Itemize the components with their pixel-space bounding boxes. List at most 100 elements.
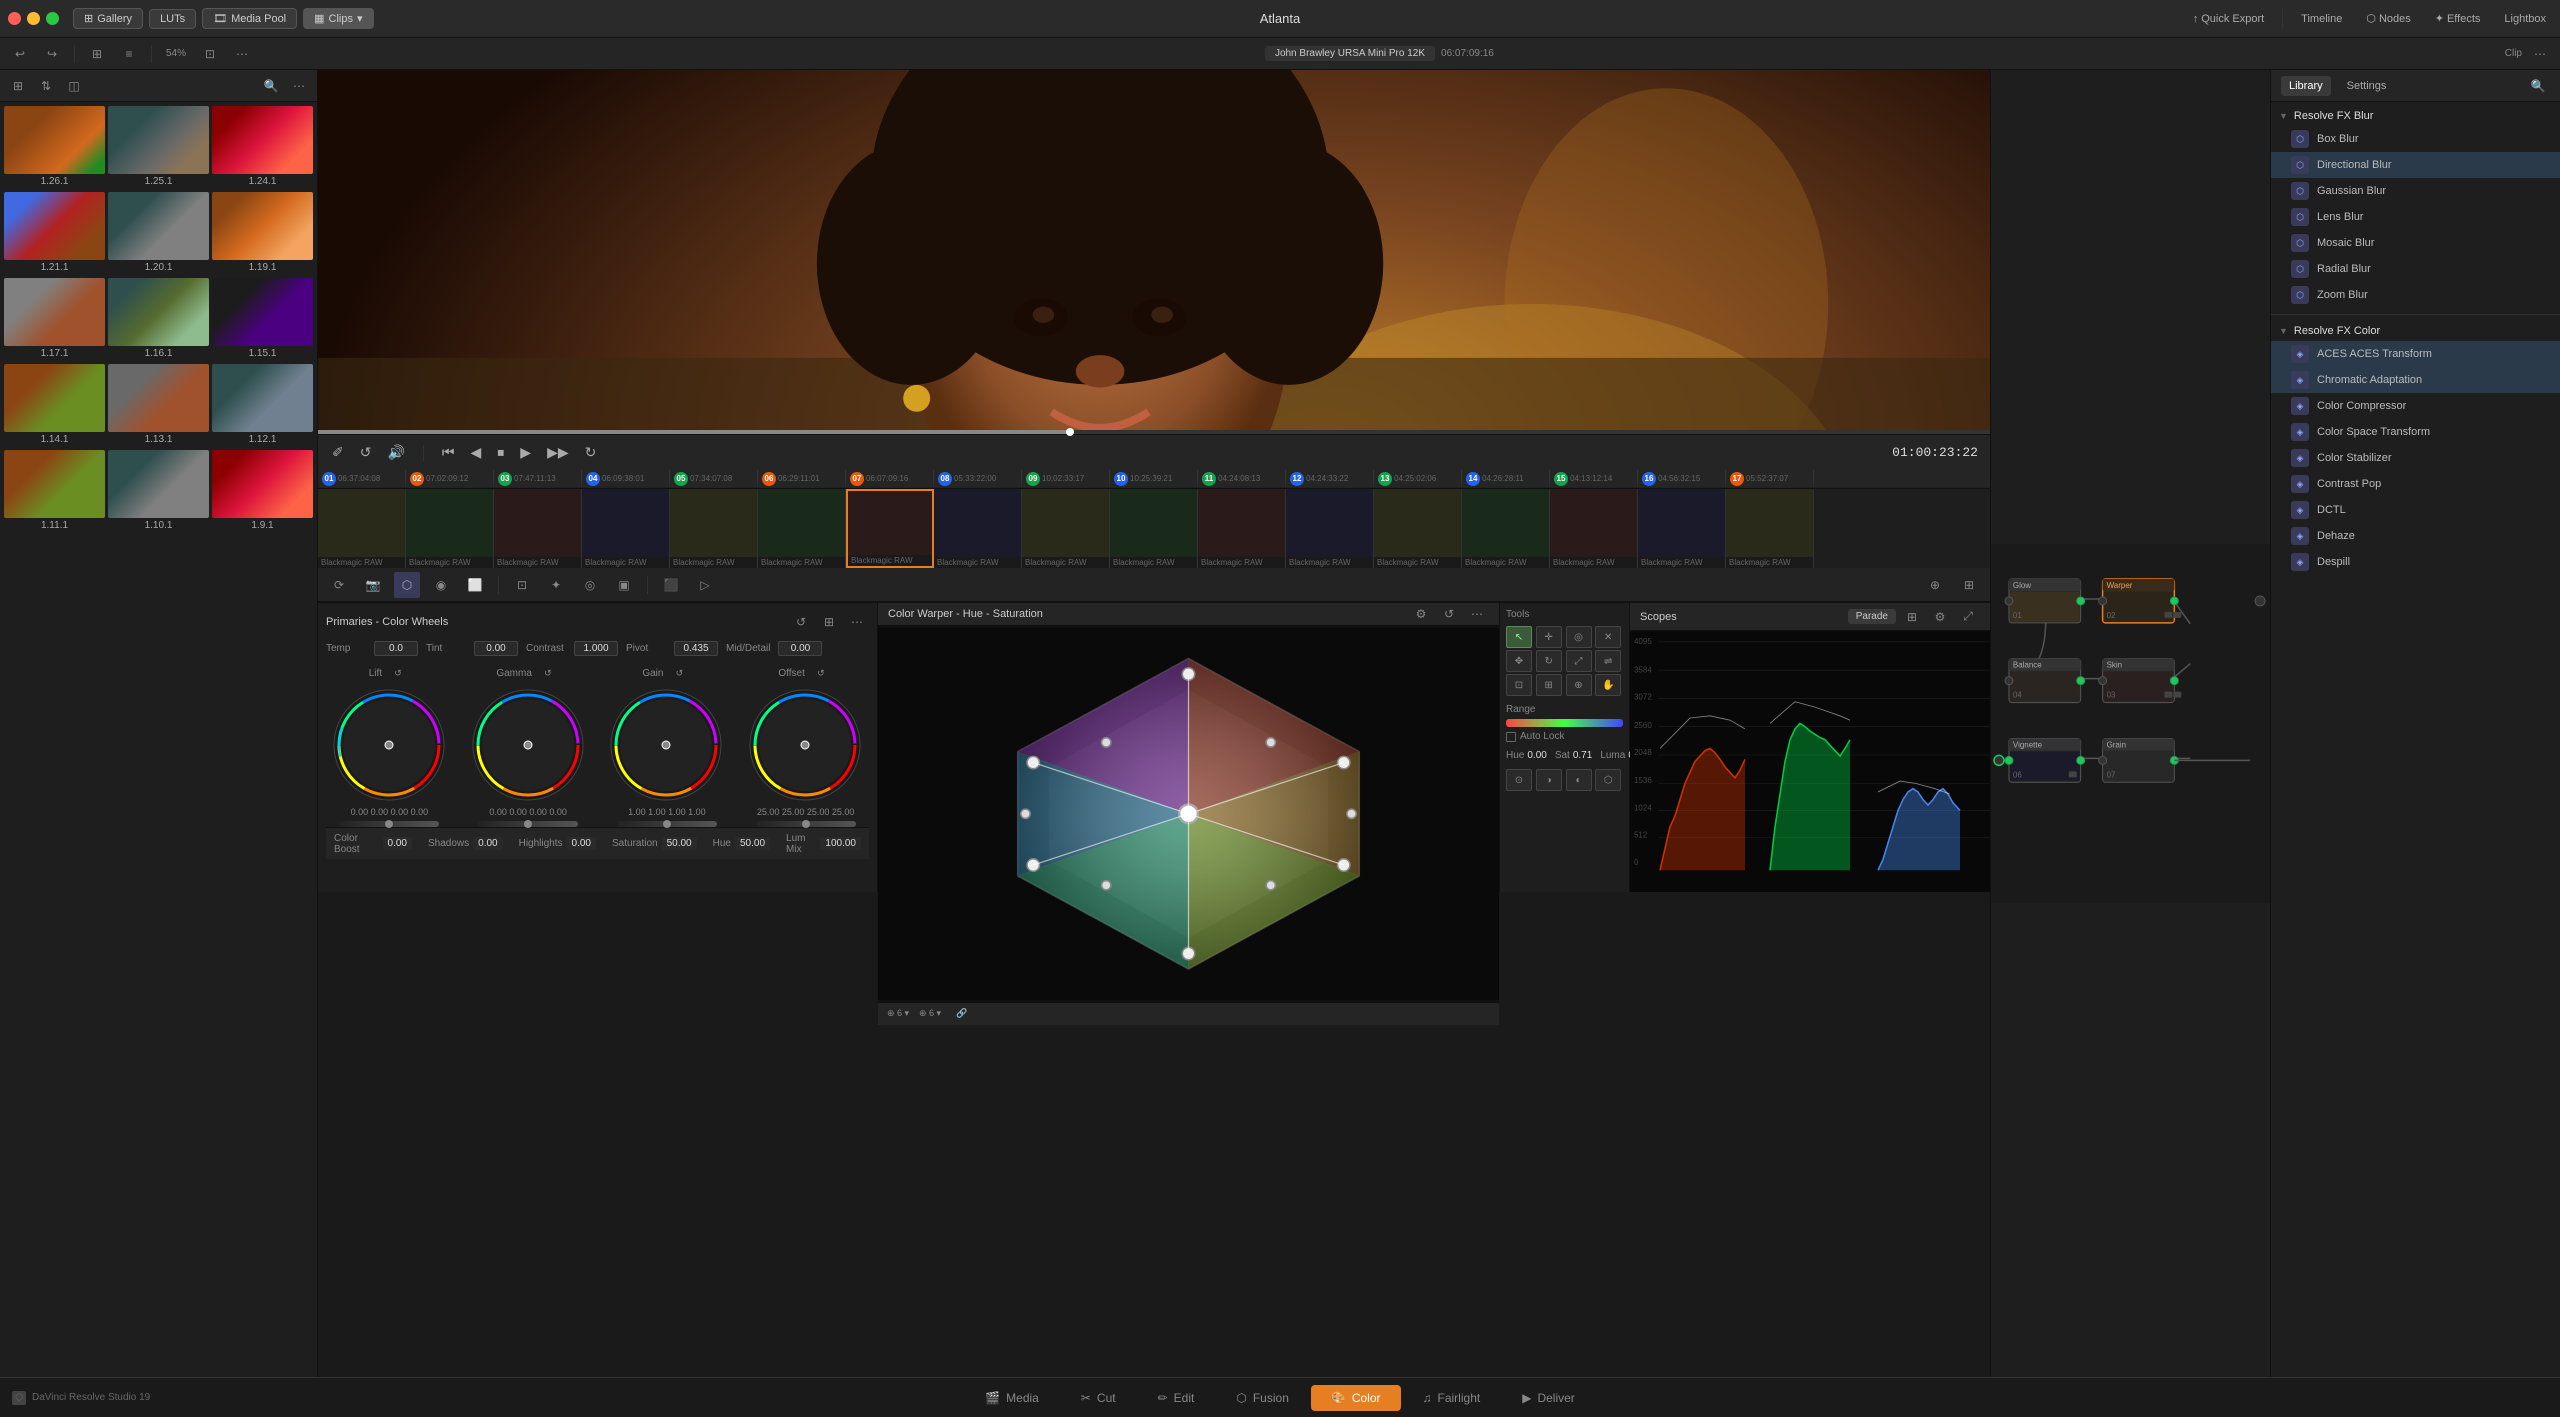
clip-item[interactable]: 1.12.1 — [212, 364, 313, 447]
add-tool[interactable]: ✛ — [1536, 626, 1562, 648]
fx-color-header[interactable]: ▼ Resolve FX Color — [2271, 321, 2560, 341]
nodes-button[interactable]: ⬡ Nodes — [2360, 10, 2416, 27]
settings-tab[interactable]: Settings — [2339, 76, 2395, 96]
volume-button[interactable]: 🔊 — [385, 442, 406, 463]
rotate-tool[interactable]: ↻ — [1536, 650, 1562, 672]
fx-lens-blur[interactable]: ⬡ Lens Blur — [2271, 204, 2560, 230]
fx-zoom-blur[interactable]: ⬡ Zoom Blur — [2271, 282, 2560, 308]
fx-compressor[interactable]: ◈ Color Compressor — [2271, 393, 2560, 419]
timeline-clip[interactable]: Blackmagic RAW — [582, 489, 670, 568]
contrast-value[interactable]: 1.000 — [574, 641, 618, 656]
delete-tool[interactable]: ✕ — [1595, 626, 1621, 648]
clip-item[interactable]: 1.10.1 — [108, 450, 209, 533]
wheel-copy-button[interactable]: ⊞ — [817, 611, 841, 633]
range-bar[interactable] — [1506, 719, 1623, 727]
blur-button[interactable]: ◎ — [577, 572, 603, 598]
cw-node-button[interactable]: ⊕ 6 ▾ — [918, 1003, 942, 1025]
fx-contrast-pop[interactable]: ◈ Contrast Pop — [2271, 471, 2560, 497]
tool-sub-2[interactable]: ◑ — [1536, 769, 1562, 791]
maximize-button[interactable] — [46, 12, 59, 25]
gain-thumb[interactable] — [663, 820, 671, 828]
lightbox-button[interactable]: Lightbox — [2498, 11, 2552, 27]
fx-radial-blur[interactable]: ⬡ Radial Blur — [2271, 256, 2560, 282]
pivot-value[interactable]: 0.435 — [674, 641, 718, 656]
minimize-button[interactable] — [27, 12, 40, 25]
mirror-tool[interactable]: ⇌ — [1595, 650, 1621, 672]
grab-still-button[interactable]: 📷 — [360, 572, 386, 598]
fx-directional-blur[interactable]: ⬡ Directional Blur — [2271, 152, 2560, 178]
clip-item[interactable]: 1.14.1 — [4, 364, 105, 447]
fx-dehaze[interactable]: ◈ Dehaze — [2271, 523, 2560, 549]
more-button[interactable]: ⋯ — [287, 75, 311, 97]
timeline-clip[interactable]: Blackmagic RAW — [1198, 489, 1286, 568]
cw-svg[interactable] — [878, 626, 1499, 1002]
fx-aces[interactable]: ◈ ACES ACES Transform — [2271, 341, 2560, 367]
magic-mask-button[interactable]: ✦ — [543, 572, 569, 598]
fx-space-transform[interactable]: ◈ Color Space Transform — [2271, 419, 2560, 445]
clip-item[interactable]: 1.26.1 — [4, 106, 105, 189]
cw-canvas[interactable] — [878, 626, 1499, 1002]
gamma-wheel-svg[interactable] — [471, 688, 586, 803]
quick-export-button[interactable]: ↑ Quick Export — [2187, 11, 2270, 27]
seek-bar[interactable] — [318, 430, 1990, 434]
clip-options-button[interactable]: ⋯ — [2528, 43, 2552, 65]
hue-value[interactable]: 50.00 — [735, 837, 770, 850]
deliver-page-button[interactable]: ▶ Deliver — [1502, 1385, 1595, 1411]
offset-thumb[interactable] — [802, 820, 810, 828]
offset-reset-button[interactable]: ↺ — [809, 662, 833, 684]
move-tool[interactable]: ✥ — [1506, 650, 1532, 672]
offset-wheel-svg[interactable] — [748, 688, 863, 803]
fx-dctl[interactable]: ◈ DCTL — [2271, 497, 2560, 523]
timeline-clip[interactable]: Blackmagic RAW — [1022, 489, 1110, 568]
timeline-clip[interactable]: Blackmagic RAW — [934, 489, 1022, 568]
clip-view-toggle[interactable]: ⊞ — [6, 75, 30, 97]
cut-page-button[interactable]: ✂ Cut — [1061, 1385, 1136, 1411]
clip-item[interactable]: 1.19.1 — [212, 192, 313, 275]
stop-button[interactable]: ⏹ — [495, 442, 506, 463]
clip-item[interactable]: 1.24.1 — [212, 106, 313, 189]
tool-sub-1[interactable]: ⊙ — [1506, 769, 1532, 791]
edit-page-button[interactable]: ✏ Edit — [1138, 1385, 1215, 1411]
fx-box-blur[interactable]: ⬡ Box Blur — [2271, 126, 2560, 152]
loop-button[interactable]: ↻ — [583, 442, 599, 463]
timeline-button[interactable]: Timeline — [2295, 11, 2348, 27]
library-tab[interactable]: Library — [2281, 76, 2331, 96]
lum-mix-value[interactable]: 100.00 — [820, 837, 861, 850]
autolock-checkbox[interactable] — [1506, 732, 1516, 742]
clip-item[interactable]: 1.21.1 — [4, 192, 105, 275]
lift-wheel-svg[interactable] — [332, 688, 447, 803]
cw-reset-button[interactable]: ↺ — [1437, 603, 1461, 625]
clip-item[interactable]: 1.13.1 — [108, 364, 209, 447]
clip-item[interactable]: 1.9.1 — [212, 450, 313, 533]
fx-blur-header[interactable]: ▼ Resolve FX Blur — [2271, 106, 2560, 126]
timeline-clip[interactable]: Blackmagic RAW — [670, 489, 758, 568]
scope-settings-button[interactable]: ⊕ — [1922, 572, 1948, 598]
color-warper-button[interactable]: ⬡ — [394, 572, 420, 598]
snap-tool[interactable]: ⊡ — [1506, 674, 1532, 696]
gamma-bar[interactable] — [478, 821, 578, 827]
qualifier-button[interactable]: ◉ — [428, 572, 454, 598]
highlights-value[interactable]: 0.00 — [567, 837, 596, 850]
fx-gaussian-blur[interactable]: ⬡ Gaussian Blur — [2271, 178, 2560, 204]
fx-stabilizer[interactable]: ◈ Color Stabilizer — [2271, 445, 2560, 471]
layout-button[interactable]: ⊞ — [1956, 572, 1982, 598]
skip-start-button[interactable]: ⏮ — [440, 442, 457, 463]
clip-item[interactable]: 1.20.1 — [108, 192, 209, 275]
cursor-button[interactable]: ↺ — [358, 442, 374, 463]
mid-value[interactable]: 0.00 — [778, 641, 822, 656]
lift-thumb[interactable] — [385, 820, 393, 828]
clip-item[interactable]: 1.16.1 — [108, 278, 209, 361]
tint-value[interactable]: 0.00 — [474, 641, 518, 656]
timeline-clip[interactable]: Blackmagic RAW — [1110, 489, 1198, 568]
timeline-clip[interactable]: Blackmagic RAW — [758, 489, 846, 568]
tool-sub-4[interactable]: ⬡ — [1595, 769, 1621, 791]
temp-value[interactable]: 0.0 — [374, 641, 418, 656]
gain-reset-button[interactable]: ↺ — [667, 662, 691, 684]
node-graph-button[interactable]: ⬛ — [658, 572, 684, 598]
timeline-clip[interactable]: Blackmagic RAW — [1550, 489, 1638, 568]
sat-value[interactable]: 0.71 — [1573, 750, 1592, 761]
cursor-tool[interactable]: ↖ — [1506, 626, 1532, 648]
scope-maximize-btn[interactable]: ⤢ — [1956, 606, 1980, 628]
timeline-clip[interactable]: Blackmagic RAW — [846, 489, 934, 568]
tracker-button[interactable]: ⊡ — [509, 572, 535, 598]
